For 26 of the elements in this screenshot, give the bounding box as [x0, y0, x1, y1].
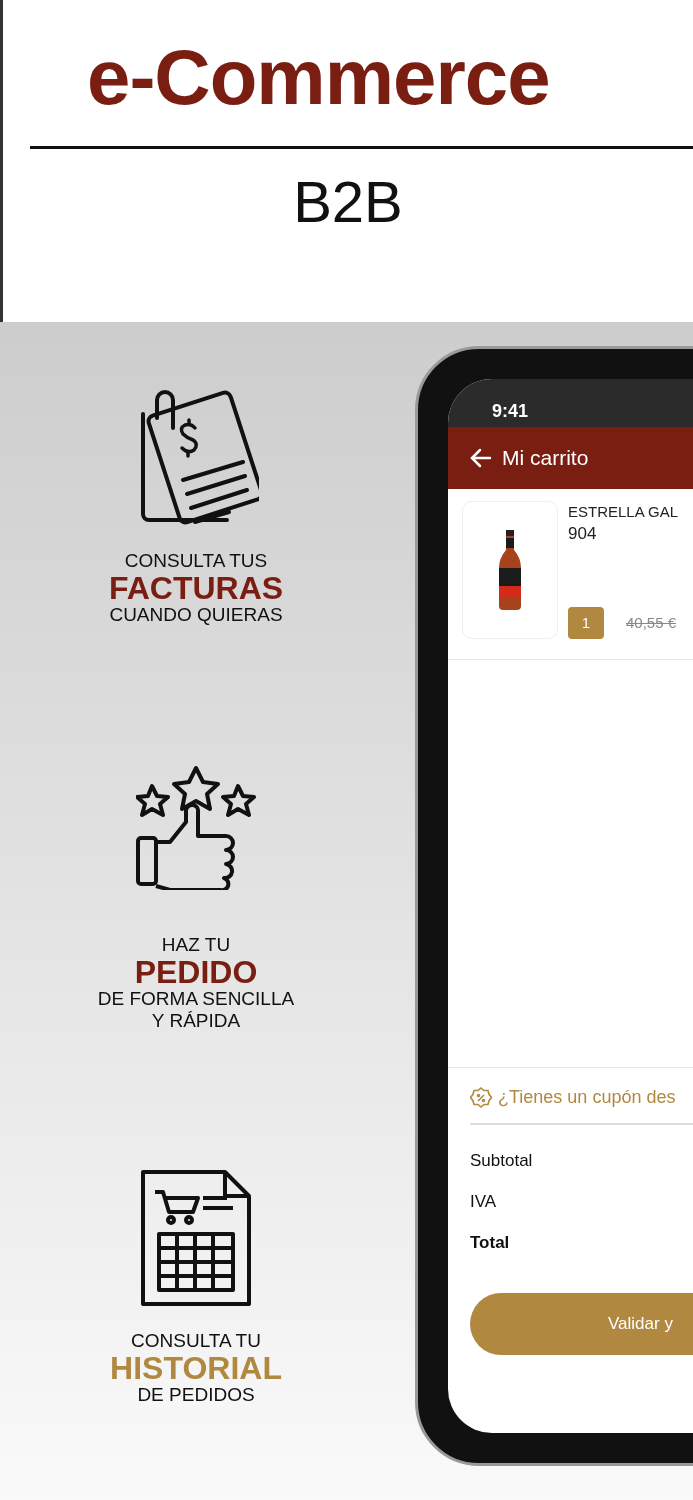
back-arrow-icon[interactable]	[470, 448, 492, 468]
feature-caption: HAZ TU	[161, 934, 231, 956]
product-code: 904	[568, 523, 598, 545]
coupon-link[interactable]: ¿Tienes un cupón des	[498, 1084, 676, 1111]
page-title: e-Commerce	[87, 38, 551, 116]
feature-caption: CONSULTA TUS	[124, 550, 268, 572]
validate-button[interactable]: Validar y	[470, 1293, 693, 1355]
feature-caption: DE PEDIDOS	[137, 1384, 255, 1406]
feature-highlight: FACTURAS	[108, 572, 284, 604]
summary-label: Subtotal	[470, 1150, 534, 1172]
screen-title: Mi carrito	[502, 445, 589, 472]
product-name: ESTRELLA GAL	[568, 502, 679, 522]
summary-label: IVA	[470, 1191, 498, 1213]
feature-highlight: HISTORIAL	[110, 1352, 282, 1384]
feature-caption: DE FORMA SENCILLA Y RÁPIDA	[97, 988, 295, 1032]
summary-label: Total	[470, 1232, 511, 1254]
page-subtitle: B2B	[293, 173, 403, 231]
status-time: 9:41	[492, 400, 529, 423]
thumbs-up-stars-icon	[136, 764, 256, 890]
discount-icon	[470, 1086, 492, 1109]
feature-caption: CONSULTA TU	[131, 1330, 261, 1352]
order-sheet-icon	[141, 1170, 251, 1306]
quantity-badge[interactable]: 1	[568, 607, 604, 639]
old-price: 40,55 €	[626, 612, 677, 633]
feature-caption: CUANDO QUIERAS	[109, 604, 283, 626]
feature-highlight: PEDIDO	[134, 956, 258, 988]
